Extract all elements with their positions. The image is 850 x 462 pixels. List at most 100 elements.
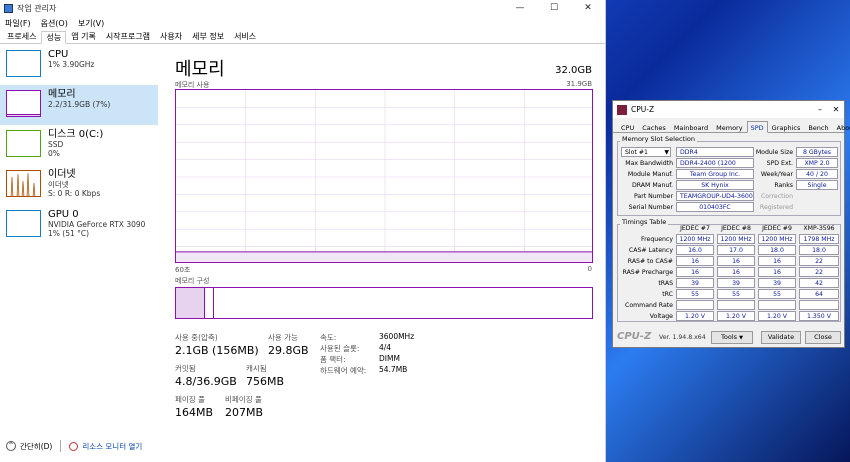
chevron-up-icon[interactable]: ^ — [6, 441, 16, 451]
close-button[interactable]: Close — [805, 331, 841, 344]
timing-row-label: Frequency — [641, 236, 673, 243]
tab-startup[interactable]: 시작프로그램 — [101, 30, 155, 43]
in-use-segment — [176, 288, 205, 318]
timing-cell — [717, 300, 755, 310]
menu-options[interactable]: 옵션(O) — [41, 18, 68, 29]
timing-cell: 42 — [799, 278, 839, 288]
timing-cell: 16 — [758, 256, 796, 266]
task-manager-window: 작업 관리자 — ☐ ✕ 파일(F) 옵션(O) 보기(V) 프로세스 성능 앱… — [0, 0, 606, 462]
menu-view[interactable]: 보기(V) — [78, 18, 104, 29]
timing-row-label: Command Rate — [625, 302, 673, 309]
composition-label: 메모리 구성 — [175, 277, 210, 285]
cpuz-minimize-button[interactable]: – — [812, 105, 828, 114]
sidebar-item-ethernet[interactable]: 이더넷 이더넷 S: 0 R: 0 Kbps — [0, 165, 158, 205]
cpuz-tab-memory[interactable]: Memory — [712, 121, 746, 132]
cpuz-tab-mainboard[interactable]: Mainboard — [670, 121, 712, 132]
registered-label: Registered — [759, 204, 793, 211]
module-size-label: Module Size — [755, 149, 793, 156]
tab-app-history[interactable]: 앱 기록 — [66, 30, 101, 43]
close-button[interactable]: ✕ — [571, 3, 605, 13]
sidebar-item-detail: 0% — [48, 149, 60, 158]
timing-cell: 1798 MHz — [799, 234, 839, 244]
timing-cell: 18.0 — [758, 245, 796, 255]
timing-cell: 16 — [717, 256, 755, 266]
timing-cell: 55 — [717, 289, 755, 299]
dram-manuf-value: SK Hynix — [676, 180, 754, 190]
timing-cell: 1200 MHz — [758, 234, 796, 244]
chevron-down-icon: ▼ — [664, 149, 669, 156]
sidebar-item-cpu[interactable]: CPU 1% 3.90GHz — [0, 45, 158, 85]
memory-total: 32.0GB — [555, 65, 592, 76]
tab-services[interactable]: 서비스 — [229, 30, 261, 43]
timing-cell: 17.0 — [717, 245, 755, 255]
cpuz-app-icon — [617, 104, 627, 115]
menu-file[interactable]: 파일(F) — [5, 18, 31, 29]
maximize-button[interactable]: ☐ — [537, 3, 571, 13]
timings-title: Timings Table — [620, 218, 669, 226]
tab-users[interactable]: 사용자 — [155, 30, 187, 43]
sidebar-item-label: 메모리 — [48, 89, 76, 100]
committed-value: 4.8/36.9GB — [175, 375, 237, 388]
max-bandwidth-value: DDR4-2400 (1200 MHz) — [676, 158, 754, 176]
cpuz-tab-cpu[interactable]: CPU — [617, 121, 638, 132]
disk-thumbnail — [6, 130, 41, 157]
title-bar: 작업 관리자 — ☐ ✕ — [0, 0, 605, 16]
page-title: 메모리 — [175, 59, 225, 80]
sidebar-item-detail: 이더넷 — [48, 180, 69, 189]
cpuz-title: CPU-Z — [631, 105, 655, 114]
timing-cell: 1.350 V — [799, 311, 839, 321]
cpuz-logo: CPU-Z — [617, 331, 652, 342]
slot-selection-title: Memory Slot Selection — [620, 135, 697, 143]
timing-row-label: Voltage — [649, 313, 673, 320]
task-manager-icon — [4, 3, 13, 13]
slot-select[interactable]: Slot #1 ▼ — [621, 147, 671, 157]
cpuz-tab-bench[interactable]: Bench — [804, 121, 832, 132]
ethernet-thumbnail — [6, 170, 41, 197]
timing-cell: 18.0 — [799, 245, 839, 255]
spd-ext-label: SPD Ext. — [766, 160, 793, 167]
cpuz-tab-spd[interactable]: SPD — [746, 121, 768, 133]
tab-performance[interactable]: 성능 — [41, 31, 67, 44]
part-number-value: TEAMGROUP-UD4-3600 — [676, 191, 754, 201]
tools-button[interactable]: Tools ▼ — [711, 331, 753, 344]
cpuz-title-bar: CPU-Z – ✕ — [613, 101, 844, 118]
sidebar-item-label: CPU — [48, 49, 69, 60]
cpuz-tab-about[interactable]: About — [833, 121, 850, 132]
timing-cell: 22 — [799, 267, 839, 277]
time-axis-right: 0 — [587, 265, 592, 273]
module-manuf-label: Module Manuf. — [627, 171, 673, 178]
serial-number-label: Serial Number — [628, 204, 673, 211]
minimize-button[interactable]: — — [503, 3, 537, 13]
cpuz-close-button[interactable]: ✕ — [828, 105, 844, 114]
timing-cell: 22 — [799, 256, 839, 266]
sidebar-item-disk[interactable]: 디스크 0(C:) SSD 0% — [0, 125, 158, 165]
timing-row-label: CAS# Latency — [628, 247, 673, 254]
timing-cell: 16.0 — [676, 245, 714, 255]
sidebar-item-memory[interactable]: 메모리 2.2/31.9GB (7%) — [0, 85, 158, 125]
cpuz-tab-graphics[interactable]: Graphics — [768, 121, 805, 132]
cpuz-footer: CPU-Z Ver. 1.94.8.x64 Tools ▼ Validate C… — [613, 329, 844, 347]
fewer-details-link[interactable]: 간단히(D) — [20, 441, 52, 452]
time-axis-left: 60초 — [175, 266, 191, 274]
timing-cell: 39 — [758, 278, 796, 288]
cpuz-version: Ver. 1.94.8.x64 — [659, 334, 706, 341]
performance-sidebar: CPU 1% 3.90GHz 메모리 2.2/31.9GB (7%) 디스크 0… — [0, 45, 158, 430]
form-factor-label: 폼 팩터: — [320, 355, 346, 364]
timing-cell: 16 — [676, 256, 714, 266]
part-number-label: Part Number — [633, 193, 673, 200]
tab-details[interactable]: 세부 정보 — [187, 30, 229, 43]
sidebar-item-gpu[interactable]: GPU 0 NVIDIA GeForce RTX 3090 1% (51 °C) — [0, 205, 158, 245]
modified-segment — [205, 288, 214, 318]
tab-processes[interactable]: 프로세스 — [2, 30, 41, 43]
sidebar-item-detail: 2.2/31.9GB (7%) — [48, 100, 111, 109]
validate-button[interactable]: Validate — [761, 331, 801, 344]
serial-number-value: 010403FC — [676, 202, 754, 212]
timing-cell: 16 — [717, 267, 755, 277]
max-bandwidth-label: Max Bandwidth — [625, 160, 673, 167]
footer-bar: ^ 간단히(D) 리소스 모니터 열기 — [0, 436, 606, 456]
tab-strip: 프로세스 성능 앱 기록 시작프로그램 사용자 세부 정보 서비스 — [0, 30, 605, 44]
committed-label: 커밋됨 — [175, 364, 196, 373]
timing-col-header: JEDEC #8 — [721, 225, 751, 232]
open-resource-monitor-link[interactable]: 리소스 모니터 열기 — [82, 441, 142, 452]
cpuz-tab-caches[interactable]: Caches — [638, 121, 670, 132]
